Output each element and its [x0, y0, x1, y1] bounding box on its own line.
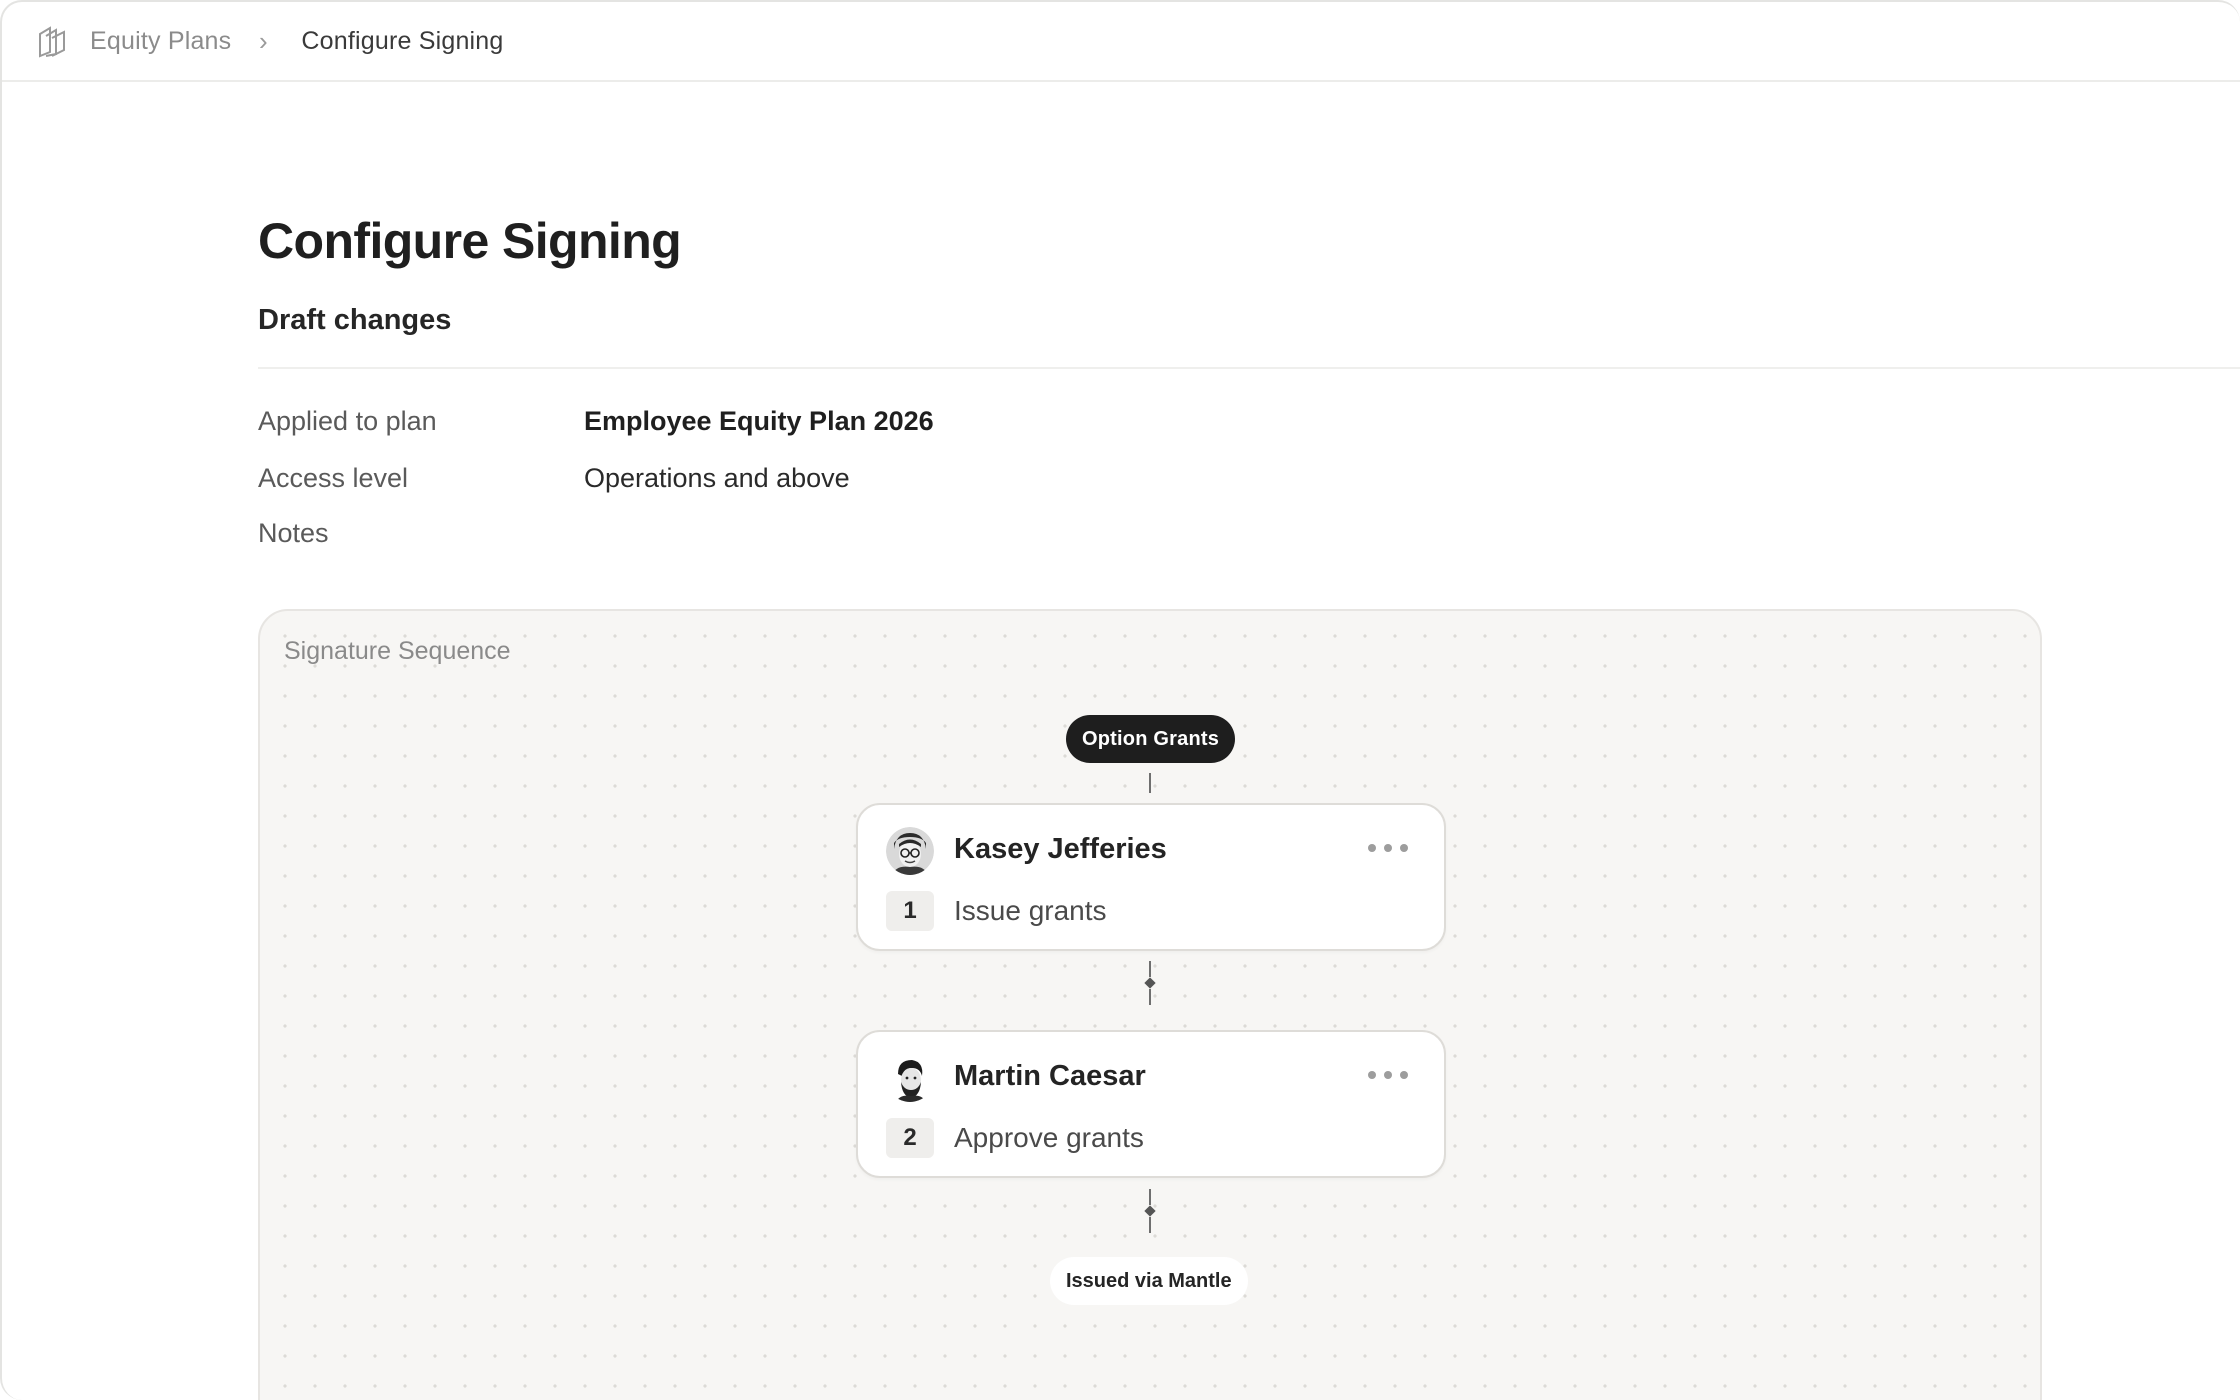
- start-node-pill[interactable]: Option Grants: [1066, 715, 1236, 763]
- top-bar: Equity Plans › Configure Signing: [2, 2, 2240, 82]
- avatar: [886, 1054, 934, 1102]
- page-title: Configure Signing: [258, 213, 682, 269]
- access-level-label: Access level: [258, 463, 409, 493]
- chevron-right-icon: ›: [259, 25, 268, 56]
- logo-icon[interactable]: [36, 24, 70, 58]
- step-action: Issue grants: [954, 895, 1107, 926]
- canvas-label: Signature Sequence: [284, 637, 511, 665]
- connector-line: [1149, 1189, 1151, 1205]
- more-horizontal-icon[interactable]: [1368, 833, 1408, 863]
- signer-card[interactable]: Kasey Jefferies 1 Issue grants: [856, 803, 1446, 951]
- applied-to-plan-label: Applied to plan: [258, 406, 437, 436]
- step-number: 1: [886, 891, 934, 931]
- connector-line: [1149, 1217, 1151, 1233]
- avatar: [886, 827, 934, 875]
- connector-node: [1144, 977, 1156, 989]
- connector-line: [1149, 989, 1151, 1005]
- breadcrumb-equity-plans[interactable]: Equity Plans: [90, 27, 231, 56]
- step-action: Approve grants: [954, 1122, 1144, 1153]
- signer-name: Martin Caesar: [954, 1060, 1146, 1092]
- meta-row-access: Access level Operations and above: [258, 463, 850, 494]
- meta-row-notes: Notes: [258, 518, 584, 549]
- connector-node: [1144, 1205, 1156, 1217]
- connector-line: [1149, 961, 1151, 977]
- signer-name: Kasey Jefferies: [954, 833, 1167, 865]
- more-horizontal-icon[interactable]: [1368, 1060, 1408, 1090]
- section-title: Draft changes: [258, 304, 452, 336]
- signer-card[interactable]: Martin Caesar 2 Approve grants: [856, 1030, 1446, 1178]
- app-window: Equity Plans › Configure Signing Configu…: [0, 0, 2240, 1400]
- divider: [258, 367, 2240, 369]
- breadcrumb-configure-signing: Configure Signing: [301, 26, 504, 55]
- access-level-value: Operations and above: [584, 463, 850, 493]
- meta-row-plan: Applied to plan Employee Equity Plan 202…: [258, 406, 934, 437]
- step-number: 2: [886, 1118, 934, 1158]
- signature-sequence-canvas: Signature Sequence Option Grants Kasey J…: [258, 609, 2042, 1400]
- notes-label: Notes: [258, 518, 329, 548]
- connector-line: [1149, 773, 1151, 793]
- applied-to-plan-value[interactable]: Employee Equity Plan 2026: [584, 406, 934, 437]
- end-node-pill[interactable]: Issued via Mantle: [1050, 1257, 1248, 1305]
